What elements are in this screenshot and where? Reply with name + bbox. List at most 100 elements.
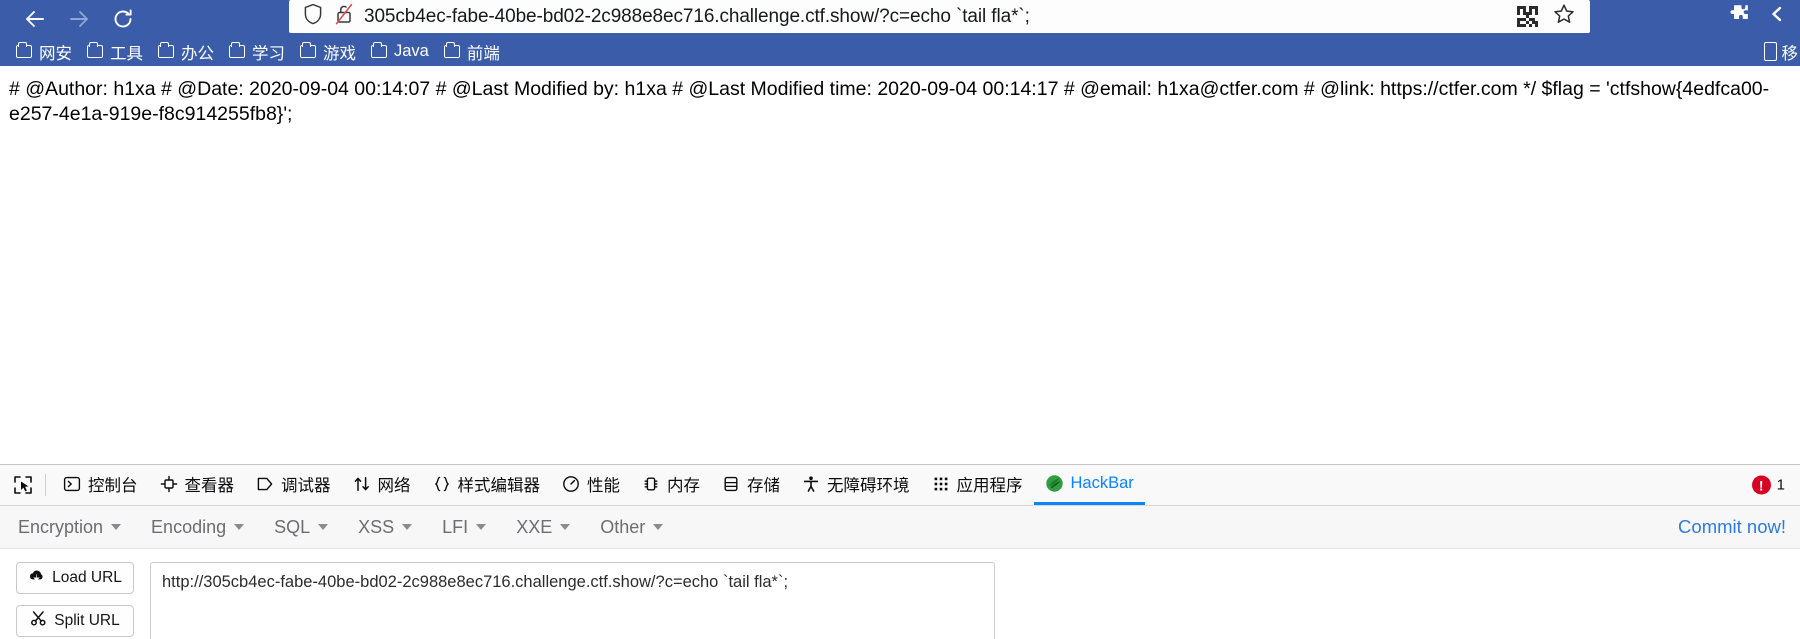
hackbar-menu-label: Other (600, 516, 646, 537)
commit-now-link[interactable]: Commit now! (1678, 516, 1786, 538)
chevron-down-icon (402, 524, 413, 530)
devtools-tab-memory[interactable]: 内存 (631, 465, 711, 505)
hackbar-menu-lfi[interactable]: LFI (440, 513, 501, 542)
bookmark-item-0[interactable]: 网安 (10, 38, 81, 66)
page-viewport: # @Author: h1xa # @Date: 2020-09-04 00:1… (0, 66, 1800, 464)
memory-icon (642, 475, 660, 493)
devtools-tab-storage[interactable]: 存储 (711, 465, 791, 505)
scissors-icon (30, 611, 47, 631)
hackbar-menu-label: SQL (274, 516, 311, 537)
bookmark-label: 游戏 (323, 44, 356, 63)
hackbar-menu-label: Encoding (151, 516, 227, 537)
devtools-toolbar: 控制台 查看器 调试器 网络 样式编辑器 性能 内存 存储 无障碍环境 应用程序… (0, 465, 1800, 506)
devtools-tab-label: HackBar (1070, 474, 1134, 492)
chevron-left-icon[interactable] (1768, 5, 1786, 28)
address-bar-actions (1517, 2, 1580, 31)
storage-icon (722, 475, 740, 493)
devtools-tab-accessibility[interactable]: 无障碍环境 (791, 465, 921, 505)
devtools-tab-label: 存储 (747, 476, 780, 495)
bookmark-item-2[interactable]: 办公 (152, 38, 223, 66)
hackbar-menu-xxe[interactable]: XXE (514, 513, 585, 542)
bookmarks-overflow[interactable]: 移 (1763, 37, 1800, 66)
inspector-icon (160, 475, 178, 493)
hackbar-menu-label: XXE (516, 516, 553, 537)
bookmark-item-4[interactable]: 游戏 (294, 38, 365, 66)
bookmark-item-5[interactable]: Java (365, 40, 438, 63)
bookmark-item-6[interactable]: 前端 (438, 38, 509, 66)
hackbar-icon (1045, 474, 1064, 493)
chevron-down-icon (653, 524, 664, 530)
folder-icon (158, 41, 174, 58)
folder-icon (443, 41, 460, 58)
accessibility-icon (802, 475, 820, 493)
url-text[interactable]: 305cb4ec-fabe-40be-bd02-2c988e8ec716.cha… (364, 6, 1517, 28)
star-icon[interactable] (1552, 2, 1576, 31)
extension-puzzle-icon[interactable] (1728, 3, 1750, 30)
toolbar-divider (45, 474, 46, 496)
hackbar-url-area (150, 562, 995, 639)
hackbar-menu-sql[interactable]: SQL (272, 513, 343, 542)
folder-icon (300, 41, 316, 58)
phone-icon (1763, 42, 1777, 61)
hackbar-menu-encoding[interactable]: Encoding (149, 513, 259, 542)
qr-code-icon[interactable] (1517, 6, 1538, 27)
hackbar-menu-xss[interactable]: XSS (356, 513, 427, 542)
cloud-download-icon (28, 568, 45, 588)
chevron-down-icon (111, 524, 122, 530)
bookmark-label: 前端 (466, 44, 500, 63)
forward-button[interactable] (66, 6, 92, 32)
devtools-tab-style-editor[interactable]: 样式编辑器 (422, 465, 552, 505)
reload-button[interactable] (110, 6, 136, 32)
devtools-error-indicator[interactable]: ! 1 (1751, 475, 1785, 495)
devtools-tab-label: 调试器 (281, 476, 331, 495)
network-icon (353, 475, 371, 493)
chevron-down-icon (318, 524, 329, 530)
devtools-tab-hackbar[interactable]: HackBar (1033, 465, 1145, 505)
split-url-button[interactable]: Split URL (16, 605, 134, 637)
debugger-icon (256, 475, 274, 493)
devtools-tab-label: 查看器 (184, 476, 235, 495)
page-body-text: # @Author: h1xa # @Date: 2020-09-04 00:1… (9, 78, 1770, 125)
devtools-tab-label: 无障碍环境 (827, 476, 910, 495)
bookmark-label: 学习 (252, 44, 285, 63)
devtools-tab-network[interactable]: 网络 (342, 465, 422, 505)
error-icon: ! (1751, 475, 1771, 495)
folder-icon (229, 41, 245, 58)
devtools-tab-console[interactable]: 控制台 (52, 465, 149, 505)
arrow-right-icon (70, 10, 88, 27)
performance-icon (562, 475, 580, 493)
load-url-button[interactable]: Load URL (16, 562, 134, 594)
address-bar-icons (303, 3, 354, 30)
devtools-tab-performance[interactable]: 性能 (551, 465, 631, 505)
browser-extension-area (1728, 0, 1786, 33)
devtools-tab-label: 性能 (587, 476, 620, 495)
devtools-tab-inspector[interactable]: 查看器 (149, 465, 246, 505)
url-textarea[interactable] (150, 562, 995, 639)
shield-icon[interactable] (303, 3, 323, 30)
hackbar-action-buttons: Load URL Split URL (16, 562, 134, 639)
hackbar-menubar: Encryption Encoding SQL XSS LFI XXE Othe… (0, 506, 1800, 549)
load-url-label: Load URL (52, 569, 122, 586)
address-bar[interactable]: 305cb4ec-fabe-40be-bd02-2c988e8ec716.cha… (289, 0, 1590, 33)
bookmark-label: 办公 (181, 44, 214, 63)
bookmarks-bar: 网安 工具 办公 学习 游戏 Java 前端 移 (0, 37, 1800, 66)
devtools-tab-label: 内存 (667, 476, 700, 495)
devtools-tab-application[interactable]: 应用程序 (921, 465, 1034, 505)
hackbar-menu-label: Encryption (18, 516, 104, 537)
hackbar-body: Load URL Split URL (0, 549, 1800, 639)
devtools-panel: 控制台 查看器 调试器 网络 样式编辑器 性能 内存 存储 无障碍环境 应用程序… (0, 464, 1800, 639)
broken-lock-icon[interactable] (334, 3, 354, 30)
hackbar-menu-encryption[interactable]: Encryption (16, 513, 136, 542)
error-count: 1 (1776, 476, 1785, 494)
hackbar-menu-other[interactable]: Other (598, 513, 678, 542)
bookmark-item-3[interactable]: 学习 (223, 38, 294, 66)
bookmark-item-1[interactable]: 工具 (81, 38, 152, 66)
bookmark-label: 网安 (39, 44, 72, 63)
split-url-label: Split URL (54, 612, 120, 629)
folder-icon (16, 41, 32, 58)
folder-icon (87, 41, 103, 58)
devtools-tab-label: 控制台 (88, 476, 138, 495)
back-button[interactable] (22, 6, 48, 32)
element-picker-button[interactable] (8, 470, 38, 500)
devtools-tab-debugger[interactable]: 调试器 (245, 465, 342, 505)
